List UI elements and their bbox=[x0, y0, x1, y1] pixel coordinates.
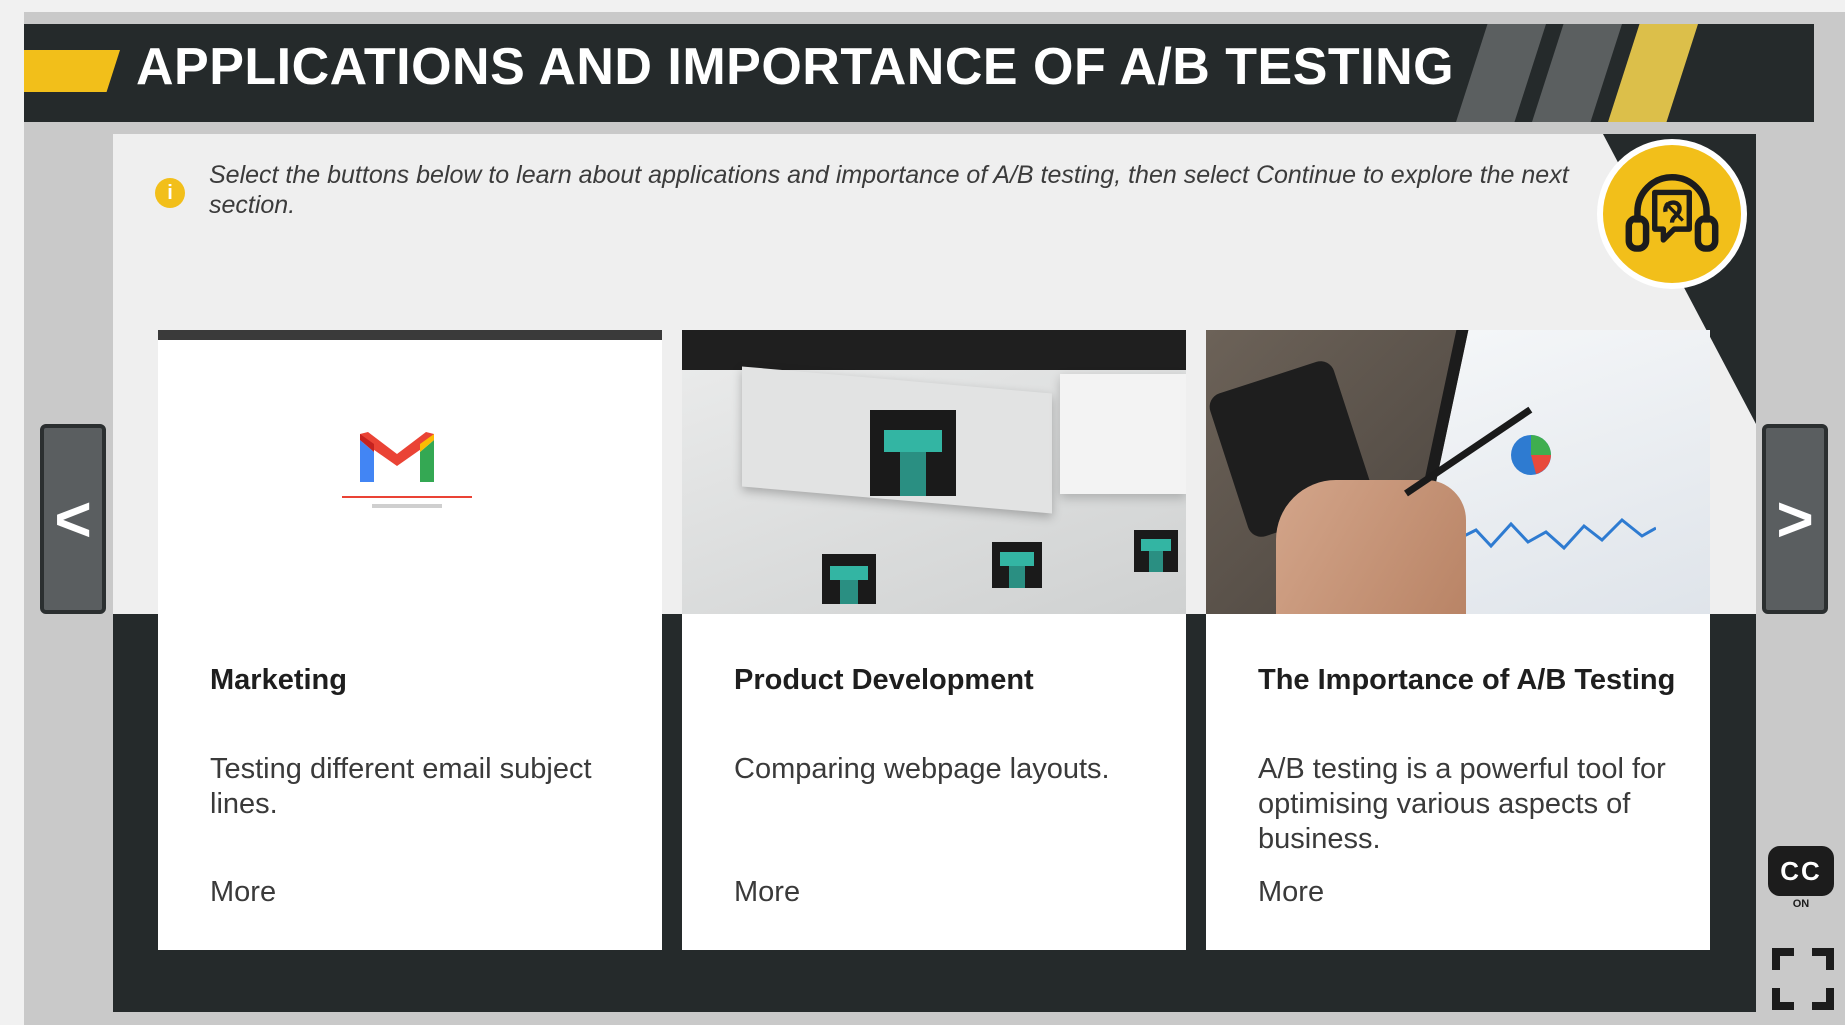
teal-logo-large bbox=[870, 410, 956, 496]
card-description: Testing different email subject lines. bbox=[210, 753, 592, 820]
card-marketing[interactable]: Marketing Testing different email subjec… bbox=[158, 330, 662, 950]
audio-button[interactable] bbox=[1597, 139, 1747, 289]
teal-logo-small bbox=[992, 542, 1042, 588]
instruction-text: Select the buttons below to learn about … bbox=[209, 161, 1569, 219]
closed-captions-button[interactable]: CC bbox=[1768, 846, 1834, 896]
card-title: The Importance of A/B Testing bbox=[1258, 664, 1676, 696]
more-link[interactable]: More bbox=[734, 876, 800, 909]
mock-nav-bar bbox=[682, 330, 1186, 370]
instruction: i Select the buttons below to learn abou… bbox=[155, 160, 1575, 220]
more-link[interactable]: More bbox=[1258, 876, 1324, 909]
next-button[interactable]: > bbox=[1762, 424, 1828, 614]
page-title: APPLICATIONS AND IMPORTANCE OF A/B TESTI… bbox=[136, 38, 1455, 96]
audio-button-face bbox=[1603, 145, 1741, 283]
line-chart-icon bbox=[1456, 517, 1656, 551]
prev-button[interactable]: < bbox=[40, 424, 106, 614]
card-image-tablet-analytics bbox=[1206, 330, 1710, 614]
loading-text-placeholder bbox=[372, 504, 442, 508]
header-accent-bar bbox=[24, 50, 120, 92]
card-title: Marketing bbox=[210, 664, 347, 696]
card-product-development[interactable]: Product Development Comparing webpage la… bbox=[682, 330, 1186, 950]
gmail-logo-icon bbox=[360, 432, 434, 482]
card-title: Product Development bbox=[734, 664, 1034, 696]
mock-panel-side bbox=[1060, 374, 1186, 494]
card-description: Comparing webpage layouts. bbox=[734, 753, 1110, 785]
hand bbox=[1276, 480, 1466, 614]
more-link[interactable]: More bbox=[210, 876, 276, 909]
card-importance[interactable]: The Importance of A/B Testing A/B testin… bbox=[1206, 330, 1710, 950]
headphones-icon bbox=[1625, 174, 1719, 252]
info-icon: i bbox=[155, 178, 185, 208]
card-description: A/B testing is a powerful tool for optim… bbox=[1258, 753, 1666, 855]
card-image-webpage-layouts bbox=[682, 330, 1186, 614]
pie-chart-icon bbox=[1511, 435, 1551, 475]
card-image-gmail bbox=[158, 330, 662, 614]
teal-logo-small bbox=[822, 554, 876, 604]
browser-bar bbox=[158, 330, 662, 340]
loading-bar bbox=[342, 496, 472, 498]
fullscreen-icon[interactable] bbox=[1772, 948, 1834, 1010]
closed-captions-state: ON bbox=[1792, 898, 1810, 910]
teal-logo-small bbox=[1134, 530, 1178, 572]
